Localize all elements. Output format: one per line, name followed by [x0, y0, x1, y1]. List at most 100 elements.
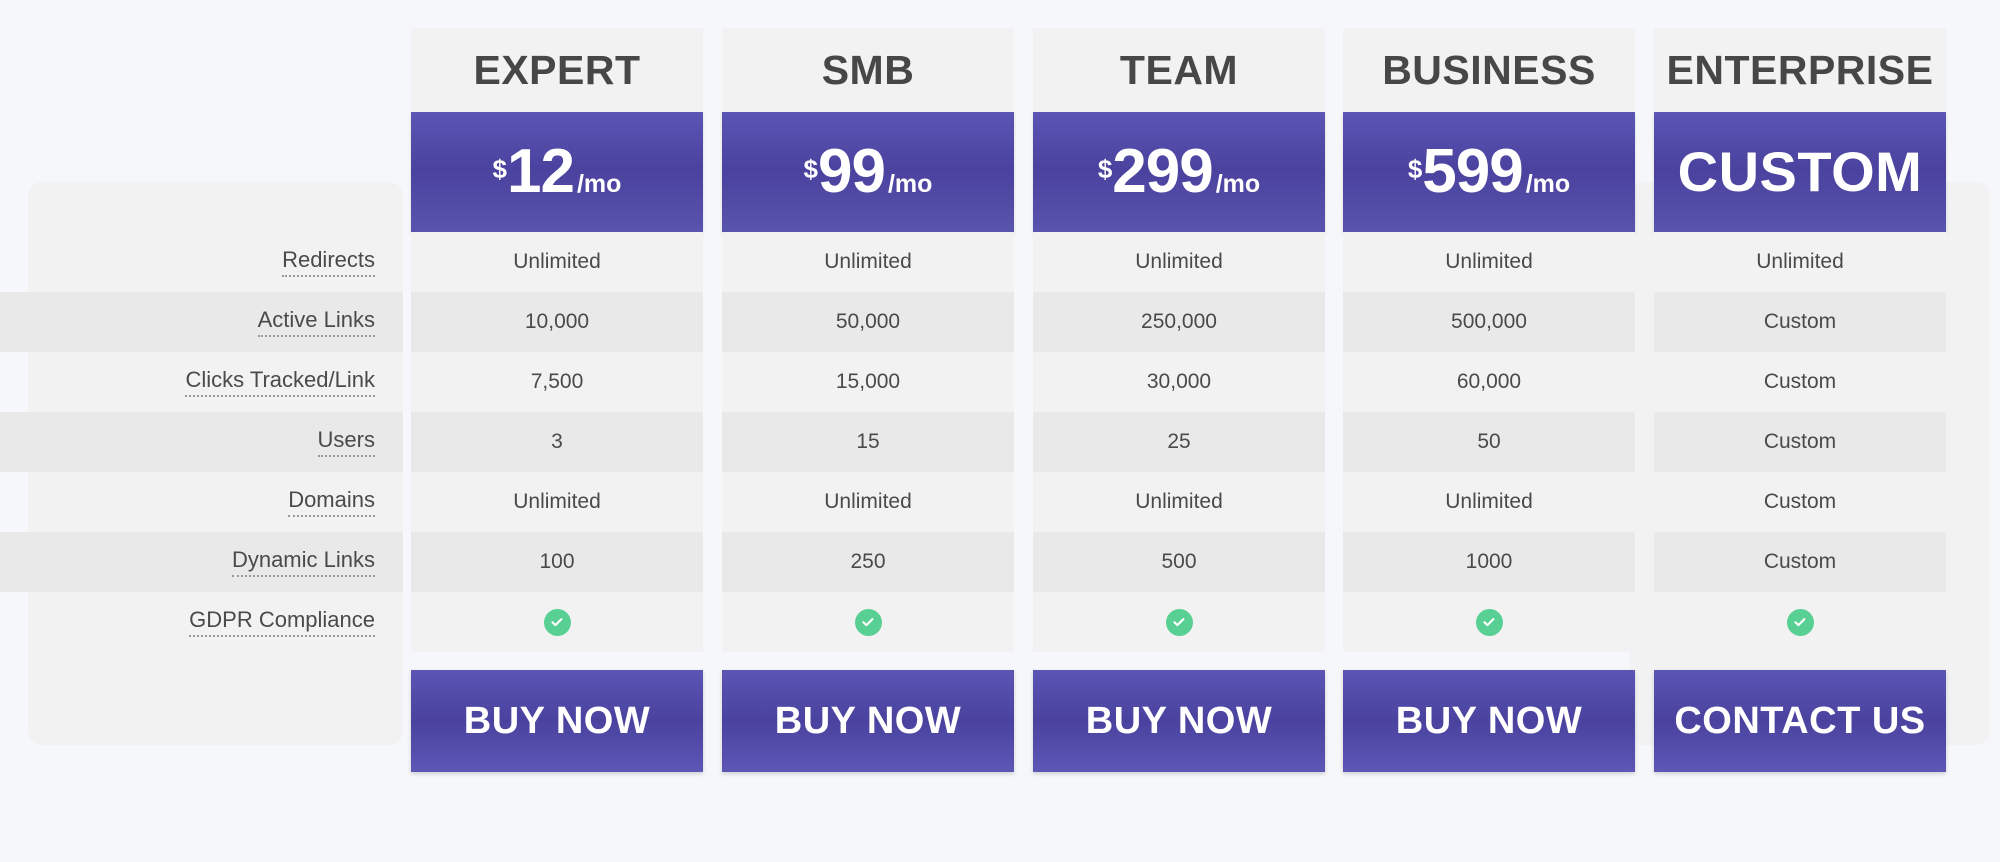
plan-column-business: BUSINESS $599/mo Unlimited 500,000 60,000 50 U… — [1343, 28, 1635, 772]
buy-now-button[interactable]: BUY NOW — [1343, 670, 1635, 772]
plan-value-cell: 15 — [722, 412, 1014, 472]
plan-value-cell: 3 — [411, 412, 703, 472]
plan-column-enterprise: ENTERPRISE CUSTOM Unlimited Custom Custom Cus… — [1654, 28, 1946, 772]
gdpr-compliance-cell — [1654, 592, 1946, 652]
plan-value-cell: Unlimited — [1343, 232, 1635, 292]
price-period: /mo — [576, 170, 622, 198]
plan-name: BUSINESS — [1343, 28, 1635, 112]
plan-price-block: $99/mo — [722, 112, 1014, 232]
plan-value-cell: 60,000 — [1343, 352, 1635, 412]
currency-symbol: $ — [1097, 154, 1113, 184]
plan-column-expert: EXPERT $12/mo Unlimited 10,000 7,500 3 Unlimit… — [411, 28, 703, 772]
price-period: /mo — [1525, 170, 1571, 198]
currency-symbol: $ — [1407, 154, 1423, 184]
feature-label[interactable]: Users — [317, 427, 375, 457]
gdpr-compliance-cell — [1343, 592, 1635, 652]
price-inner: $12/mo — [493, 141, 622, 203]
plan-value-cell: 250,000 — [1033, 292, 1325, 352]
plan-price-block: $299/mo — [1033, 112, 1325, 232]
feature-label[interactable]: Clicks Tracked/Link — [185, 367, 375, 397]
check-circle-icon — [1475, 608, 1503, 636]
plan-value-cell: Custom — [1654, 352, 1946, 412]
plan-price-block: $12/mo — [411, 112, 703, 232]
feature-label-row: Users — [0, 412, 403, 472]
feature-label-row: Active Links — [0, 292, 403, 352]
plan-value-cell: 7,500 — [411, 352, 703, 412]
feature-label[interactable]: GDPR Compliance — [189, 607, 375, 637]
gdpr-compliance-cell — [1033, 592, 1325, 652]
label-column-spacer — [0, 28, 403, 232]
price-amount: 599 — [1422, 137, 1523, 206]
plan-value-rows: Unlimited 500,000 60,000 50 Unlimited 1000 — [1343, 232, 1635, 652]
price-amount: 99 — [818, 137, 886, 206]
feature-label-rows: Redirects Active Links Clicks Tracked/Link… — [0, 232, 403, 652]
plan-name: ENTERPRISE — [1654, 28, 1946, 112]
plan-value-cell: 1000 — [1343, 532, 1635, 592]
check-circle-icon — [854, 608, 882, 636]
plan-value-rows: Unlimited 250,000 30,000 25 Unlimited 500 — [1033, 232, 1325, 652]
plan-value-cell: 25 — [1033, 412, 1325, 472]
feature-label-row: Dynamic Links — [0, 532, 403, 592]
feature-label-column: Redirects Active Links Clicks Tracked/Link… — [0, 28, 403, 652]
plan-column-smb: SMB $99/mo Unlimited 50,000 15,000 15 Unlimite… — [722, 28, 1014, 772]
plan-value-rows: Unlimited Custom Custom Custom Custom Custom — [1654, 232, 1946, 652]
price-period: /mo — [887, 170, 933, 198]
buy-now-button[interactable]: BUY NOW — [411, 670, 703, 772]
price-inner: $99/mo — [804, 141, 933, 203]
plan-price-custom: CUSTOM — [1677, 140, 1923, 203]
feature-label[interactable]: Redirects — [282, 247, 375, 277]
plan-value-cell: 50 — [1343, 412, 1635, 472]
plan-value-cell: 500,000 — [1343, 292, 1635, 352]
plan-value-cell: Unlimited — [722, 472, 1014, 532]
currency-symbol: $ — [803, 154, 819, 184]
plan-value-cell: Custom — [1654, 532, 1946, 592]
plan-column-team: TEAM $299/mo Unlimited 250,000 30,000 25 Unlim… — [1033, 28, 1325, 772]
buy-now-button[interactable]: BUY NOW — [1033, 670, 1325, 772]
plan-value-cell: Unlimited — [411, 232, 703, 292]
check-circle-icon — [1165, 608, 1193, 636]
price-inner: $299/mo — [1098, 141, 1260, 203]
feature-label[interactable]: Domains — [288, 487, 375, 517]
currency-symbol: $ — [492, 154, 508, 184]
check-circle-icon — [543, 608, 571, 636]
plan-value-cell: Custom — [1654, 292, 1946, 352]
plan-value-cell: Unlimited — [1033, 472, 1325, 532]
plan-name: TEAM — [1033, 28, 1325, 112]
price-amount: 299 — [1112, 137, 1213, 206]
pricing-table: Redirects Active Links Clicks Tracked/Link… — [0, 0, 2000, 862]
plan-value-cell: 100 — [411, 532, 703, 592]
plan-value-cell: 250 — [722, 532, 1014, 592]
price-inner: CUSTOM — [1678, 144, 1923, 200]
plan-name: SMB — [722, 28, 1014, 112]
plan-price-block: $599/mo — [1343, 112, 1635, 232]
price-inner: $599/mo — [1408, 141, 1570, 203]
feature-label-row: Domains — [0, 472, 403, 532]
plan-value-cell: Unlimited — [1033, 232, 1325, 292]
contact-us-button[interactable]: CONTACT US — [1654, 670, 1946, 772]
plan-value-cell: Unlimited — [411, 472, 703, 532]
feature-label[interactable]: Dynamic Links — [231, 547, 375, 577]
plan-name: EXPERT — [411, 28, 703, 112]
gdpr-compliance-cell — [411, 592, 703, 652]
plan-value-cell: 10,000 — [411, 292, 703, 352]
plan-value-cell: 15,000 — [722, 352, 1014, 412]
gdpr-compliance-cell — [722, 592, 1014, 652]
plan-price-block: CUSTOM — [1654, 112, 1946, 232]
plan-value-cell: Custom — [1654, 412, 1946, 472]
price-amount: 12 — [507, 137, 575, 206]
plan-value-rows: Unlimited 50,000 15,000 15 Unlimited 250 — [722, 232, 1014, 652]
plan-value-rows: Unlimited 10,000 7,500 3 Unlimited 100 — [411, 232, 703, 652]
plan-value-cell: 500 — [1033, 532, 1325, 592]
buy-now-button[interactable]: BUY NOW — [722, 670, 1014, 772]
plan-value-cell: Unlimited — [1654, 232, 1946, 292]
feature-label-row: Clicks Tracked/Link — [0, 352, 403, 412]
pricing-grid: Redirects Active Links Clicks Tracked/Link… — [0, 0, 2000, 862]
plan-value-cell: Custom — [1654, 472, 1946, 532]
plan-value-cell: Unlimited — [1343, 472, 1635, 532]
check-circle-icon — [1786, 608, 1814, 636]
feature-label-row: Redirects — [0, 232, 403, 292]
plan-value-cell: Unlimited — [722, 232, 1014, 292]
price-period: /mo — [1215, 170, 1261, 198]
feature-label[interactable]: Active Links — [257, 307, 375, 337]
plan-value-cell: 30,000 — [1033, 352, 1325, 412]
